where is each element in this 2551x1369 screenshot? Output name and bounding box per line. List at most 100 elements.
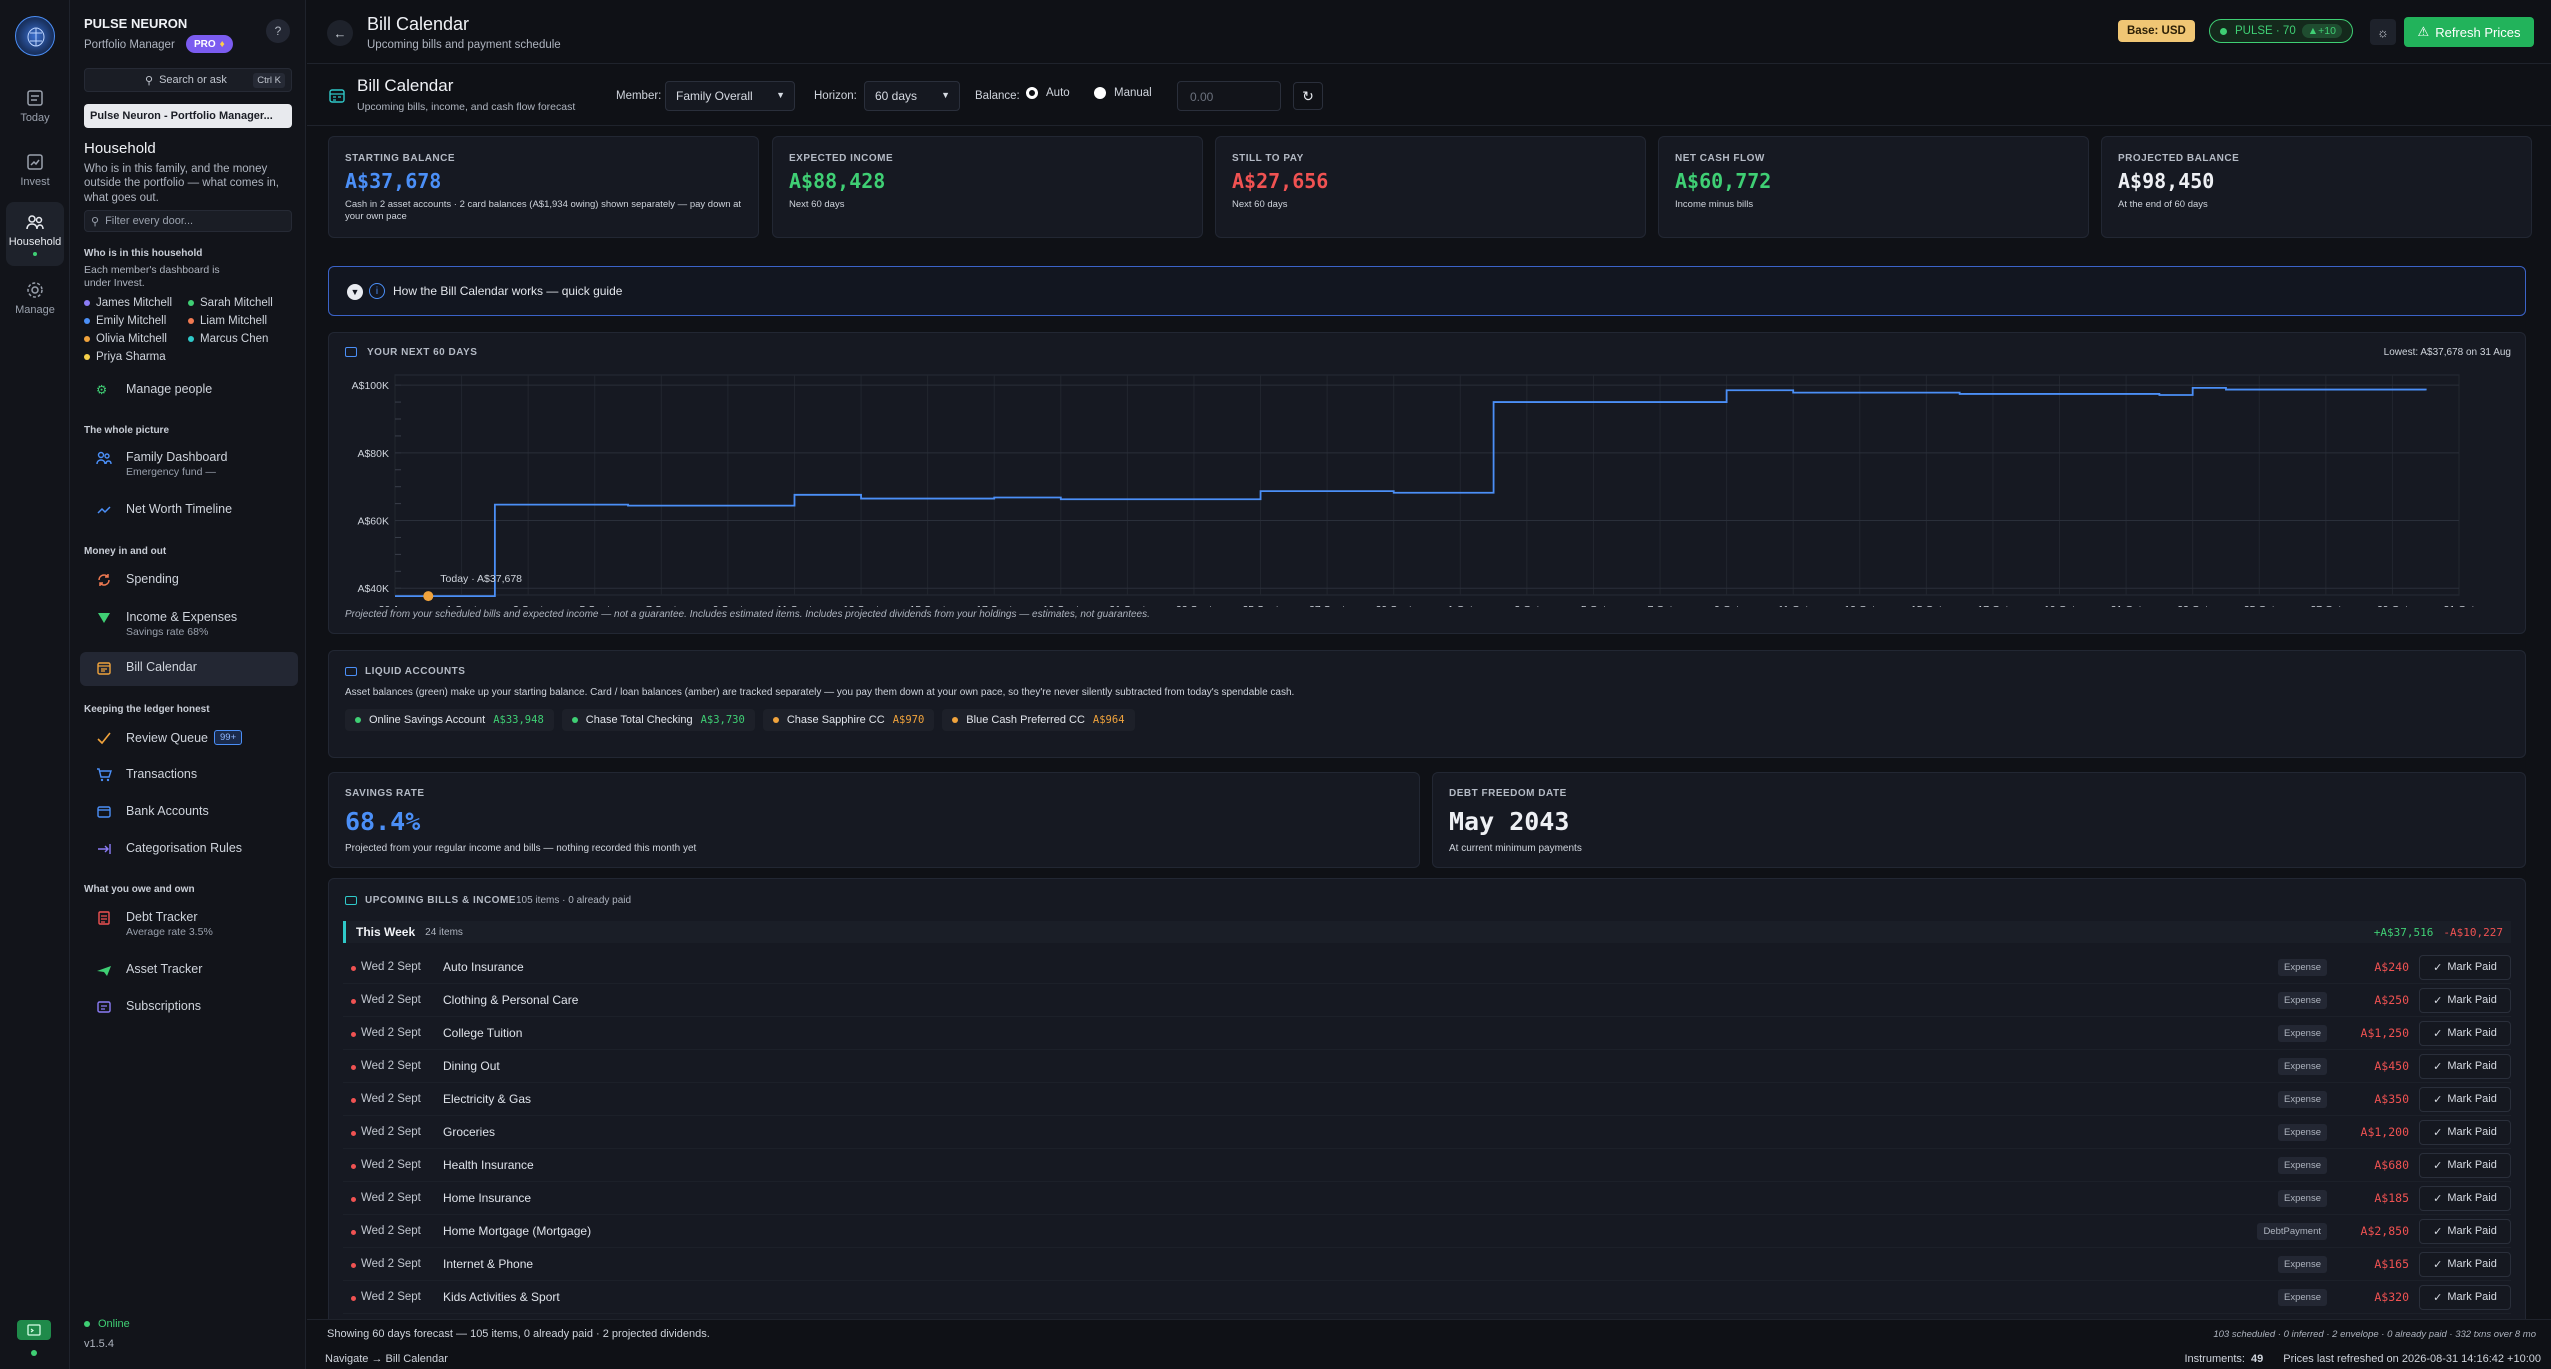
account-chip[interactable]: Chase Total Checking A$3,730 [561,709,755,731]
account-chip[interactable]: Online Savings Account A$33,948 [345,709,554,731]
reset-button[interactable]: ↻ [1293,82,1323,110]
account-chip[interactable]: Chase Sapphire CC A$970 [762,709,935,731]
manual-balance-input[interactable]: 0.00 [1177,81,1281,111]
nav-spending[interactable]: Spending [80,564,298,598]
account-chip[interactable]: Blue Cash Preferred CC A$964 [942,709,1135,731]
search-box[interactable]: ⚲ Search or ask Ctrl K [84,68,292,92]
rail-manage[interactable]: Manage [6,270,64,326]
horizon-select[interactable]: 60 days ▼ [864,81,960,111]
bill-row[interactable]: Wed 2 Sept Internet & Phone Expense A$165 ✓ M… [343,1248,2511,1281]
balance-manual-radio[interactable]: Manual [1094,87,1152,99]
rail-household[interactable]: Household [6,202,64,266]
mark-paid-button[interactable]: ✓ Mark Paid [2419,1185,2511,1211]
week-header[interactable]: This Week 24 items +A$37,516 -A$10,227 [343,921,2511,943]
mark-paid-button[interactable]: ✓ Mark Paid [2419,1053,2511,1079]
nav-review-queue[interactable]: Review Queue 99+ [80,722,298,756]
door-filter[interactable]: ⚲ Filter every door... [84,210,292,232]
bill-row[interactable]: Wed 2 Sept Auto Insurance Expense A$240 ✓ Mar… [343,951,2511,984]
x-tick-label: 27 Sept [1309,604,1345,607]
mark-paid-button[interactable]: ✓ Mark Paid [2419,954,2511,980]
wallet-icon [345,667,357,676]
pulse-delta: ▲+10 [2301,24,2342,38]
nav-subscriptions[interactable]: Subscriptions [80,991,298,1025]
member-item[interactable]: James Mitchell [84,294,188,312]
controls-bar: Bill Calendar Upcoming bills, income, an… [307,64,2551,126]
mark-paid-button[interactable]: ✓ Mark Paid [2419,987,2511,1013]
mark-paid-button[interactable]: ✓ Mark Paid [2419,1086,2511,1112]
today-icon [27,90,43,106]
bill-row[interactable]: Wed 2 Sept Clothing & Personal Care Expens… [343,984,2511,1017]
bill-row[interactable]: Wed 2 Sept Health Insurance Expense A$680 ✓ M… [343,1149,2511,1182]
workspace-selector[interactable]: Pulse Neuron - Portfolio Manager... [84,104,292,128]
expand-icon[interactable]: ▼ [347,284,363,300]
rail-invest[interactable]: Invest [6,142,64,198]
nav-transactions[interactable]: Transactions [80,759,298,793]
back-button[interactable]: ← [327,20,353,46]
refresh-icon: ↻ [1302,87,1314,104]
nav-categorisation-rules[interactable]: Categorisation Rules [80,833,298,867]
bill-row[interactable]: Wed 2 Sept Dining Out Expense A$450 ✓ Mark Pa… [343,1050,2511,1083]
bill-type-tag: Expense [2278,991,2327,1009]
account-amount: A$3,730 [700,714,745,726]
base-currency-badge[interactable]: Base: USD [2118,20,2195,42]
bills-card: UPCOMING BILLS & INCOME 105 items · 0 al… [328,878,2526,1319]
warning-icon: ⚠ [2417,24,2430,39]
chart-title: YOUR NEXT 60 DAYS [367,347,478,358]
stat-value: A$88,428 [789,169,886,193]
rail-today[interactable]: Today [6,78,64,134]
member-dot [188,336,194,342]
mark-paid-button[interactable]: ✓ Mark Paid [2419,1284,2511,1310]
member-item[interactable]: Marcus Chen [188,330,292,348]
member-item[interactable]: Emily Mitchell [84,312,188,330]
bill-row[interactable]: Wed 2 Sept Home Mortgage (Mortgage) DebtPa… [343,1215,2511,1248]
mark-paid-button[interactable]: ✓ Mark Paid [2419,1020,2511,1046]
mark-paid-button[interactable]: ✓ Mark Paid [2419,1218,2511,1244]
terminal-button[interactable] [17,1320,51,1340]
nav-net-worth[interactable]: Net Worth Timeline [80,494,298,528]
nav-asset-tracker[interactable]: Asset Tracker [80,954,298,988]
rail-label: Household [8,236,62,248]
nav-bank-accounts[interactable]: Bank Accounts [80,796,298,830]
x-tick-label: 11 Oct [1778,604,1808,607]
member-list: James Mitchell Sarah Mitchell Emily Mitc… [84,294,294,366]
nav-income-expenses[interactable]: Income & Expenses Savings rate 68% [80,602,298,644]
member-item[interactable]: Priya Sharma [84,348,188,366]
nav-bill-calendar[interactable]: Bill Calendar [80,652,298,686]
page-subtitle: Upcoming bills and payment schedule [367,39,561,51]
forecast-chart[interactable]: 30 Aug 1 Sept 3 Sept 5 Sept 7 Sept 9 Sept 11 S… [329,367,2527,607]
week-expense: -A$10,227 [2443,925,2503,939]
savings-label: SAVINGS RATE [345,788,425,799]
member-select[interactable]: Family Overall ▼ [665,81,795,111]
mark-paid-label: Mark Paid [2447,1093,2497,1105]
quick-guide[interactable]: ▼ i How the Bill Calendar works — quick … [328,266,2526,316]
pulse-score-badge[interactable]: PULSE · 70 ▲+10 [2209,19,2353,43]
member-item[interactable]: Olivia Mitchell [84,330,188,348]
refresh-prices-button[interactable]: ⚠ Refresh Prices [2404,17,2534,47]
bill-row[interactable]: Wed 2 Sept Home Insurance Expense A$185 ✓ Mar… [343,1182,2511,1215]
bill-row[interactable]: Wed 2 Sept College Tuition Expense A$1,250 ✓… [343,1017,2511,1050]
nav-manage-people[interactable]: ⚙ Manage people [80,374,298,408]
member-item[interactable]: Liam Mitchell [188,312,292,330]
mark-paid-button[interactable]: ✓ Mark Paid [2419,1152,2511,1178]
member-item[interactable]: Sarah Mitchell [188,294,292,312]
x-tick-label: 31 Oct [2444,604,2475,607]
app-logo[interactable] [15,16,55,56]
mark-paid-button[interactable]: ✓ Mark Paid [2419,1251,2511,1277]
theme-toggle[interactable]: ☼ [2370,19,2396,45]
bill-row[interactable]: Wed 2 Sept Kids Activities & Sport Expense… [343,1281,2511,1314]
bill-name: Kids Activities & Sport [443,1290,560,1304]
bill-row[interactable]: Wed 2 Sept Electricity & Gas Expense A$350 ✓… [343,1083,2511,1116]
today-marker[interactable] [423,591,434,602]
balance-auto-radio[interactable]: Auto [1026,87,1070,99]
nav-debt-tracker[interactable]: Debt Tracker Average rate 3.5% [80,902,298,944]
nav-family-dashboard[interactable]: Family Dashboard Emergency fund — [80,442,298,484]
x-tick-label: 25 Sept [1242,604,1278,607]
bill-row[interactable]: Wed 2 Sept Groceries Expense A$1,200 ✓ Mark P… [343,1116,2511,1149]
bill-amount: A$450 [2374,1059,2409,1073]
mark-paid-button[interactable]: ✓ Mark Paid [2419,1119,2511,1145]
app-name: PULSE NEURON [84,16,188,31]
nav-label: Spending [126,572,179,586]
status-right: 103 scheduled · 0 inferred · 2 envelope … [2213,1329,2536,1340]
member-name: Olivia Mitchell [96,333,167,345]
help-button[interactable]: ? [266,19,290,43]
